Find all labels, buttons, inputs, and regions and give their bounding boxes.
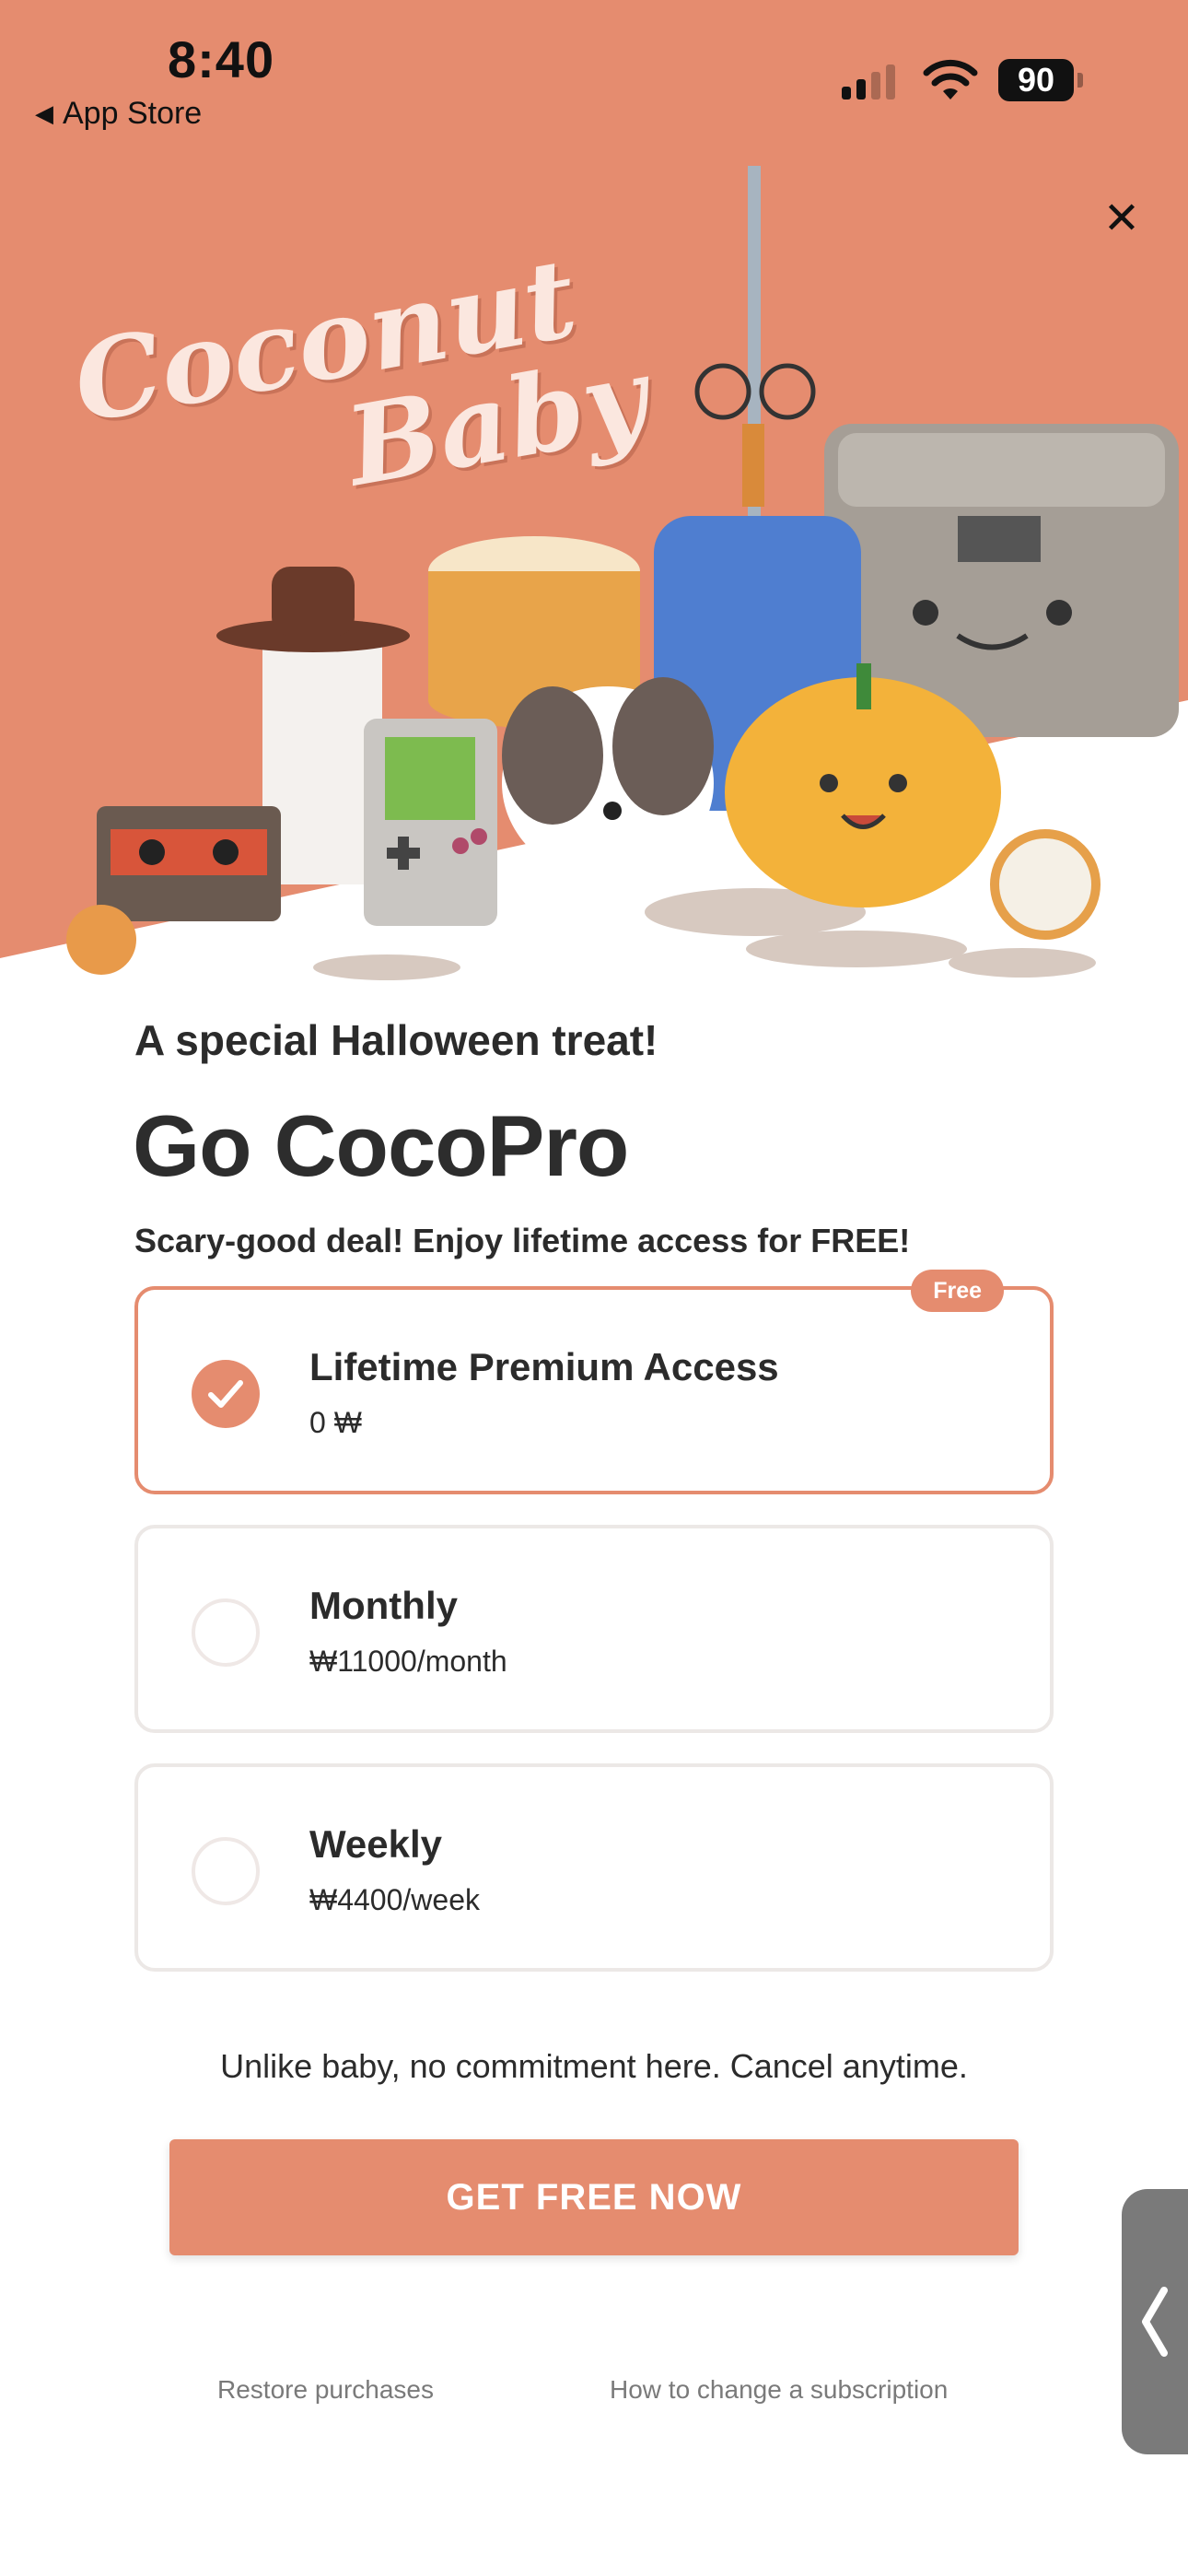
plan-radio[interactable] [192,1837,260,1905]
hero-illustration [0,166,1188,995]
plan-radio[interactable] [192,1598,260,1667]
plan-name: Lifetime Premium Access [309,1345,779,1388]
cellular-signal-icon [842,64,895,100]
plan-option-weekly[interactable]: Weekly ₩4400/week [134,1763,1054,1972]
restore-purchases-link[interactable]: Restore purchases [217,2375,434,2405]
plan-radio-selected[interactable] [192,1360,260,1428]
plan-name: Weekly [309,1822,442,1866]
back-label: App Store [63,96,203,131]
page-title: Go CocoPro [133,1097,629,1194]
get-free-now-button[interactable]: GET FREE NOW [169,2139,1019,2255]
plan-option-lifetime[interactable]: Lifetime Premium Access 0 ₩ Free [134,1270,1054,1494]
side-drawer-handle[interactable] [1122,2189,1188,2454]
promo-subtitle: Scary-good deal! Enjoy lifetime access f… [134,1222,911,1259]
how-to-change-subscription-link[interactable]: How to change a subscription [610,2375,948,2405]
chevron-left-icon [1142,2287,1168,2357]
back-triangle-icon: ◀ [35,100,53,127]
wifi-icon [923,59,978,100]
promo-kicker: A special Halloween treat! [134,1016,658,1064]
plan-price: ₩4400/week [309,1883,480,1916]
battery-level: 90 [1017,61,1055,99]
hero-banner: Coconut Baby [0,0,1188,995]
plan-price: ₩11000/month [309,1645,507,1678]
status-time: 8:40 [168,30,275,88]
battery-icon: 90 [998,59,1083,101]
cancel-anytime-note: Unlike baby, no commitment here. Cancel … [220,2047,968,2085]
plan-name: Monthly [309,1584,458,1627]
plan-price: 0 ₩ [309,1406,362,1439]
back-to-app-store[interactable]: ◀ App Store [35,96,202,132]
plan-option-monthly[interactable]: Monthly ₩11000/month [134,1525,1054,1733]
close-icon[interactable]: ✕ [1098,195,1146,243]
free-badge: Free [911,1270,1004,1312]
checkmark-icon [208,1380,243,1408]
